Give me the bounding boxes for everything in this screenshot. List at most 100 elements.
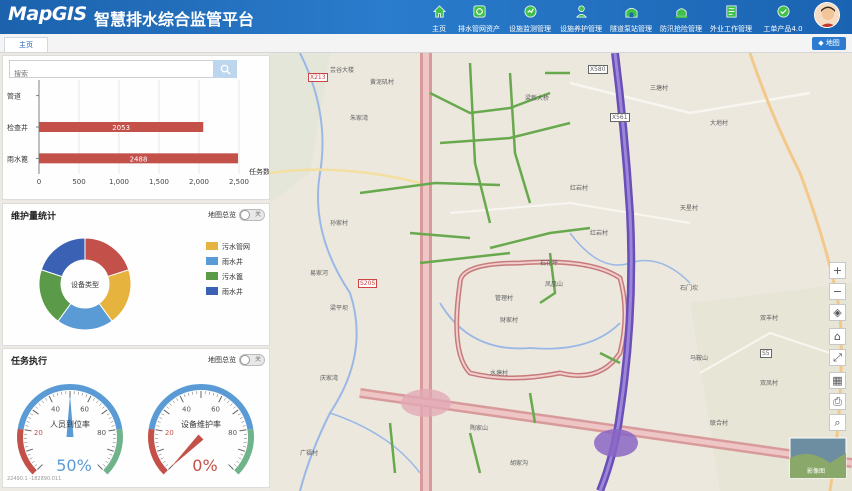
nav-monitor[interactable]: 设施监测管理: [506, 0, 554, 34]
map-search-button[interactable]: ⌕: [829, 414, 846, 431]
home-extent-button[interactable]: ⌂: [829, 328, 846, 345]
gauge-tick: [212, 392, 215, 396]
gauge-tick-label: 20: [34, 429, 43, 437]
gauge-tick: [227, 400, 230, 404]
gauge-tick: [111, 425, 115, 427]
fullscreen-button[interactable]: ⤢: [829, 349, 846, 366]
map-label: 双丰村: [760, 315, 779, 322]
legend-label: 雨水井: [222, 257, 243, 266]
x-tick-label: 2,000: [189, 178, 209, 186]
fieldwork-icon: [723, 3, 740, 20]
nav-workorder[interactable]: 工单产品4.0: [760, 0, 806, 34]
gauge-tick: [163, 409, 170, 415]
gauge-label: 设备维护率: [181, 419, 221, 429]
bar-data-label: 2488: [130, 155, 148, 163]
y-category-label: 检查井: [7, 123, 28, 132]
gauge-tick: [166, 406, 169, 409]
gauge-tick: [108, 417, 112, 419]
nav-workorder-label: 工单产品4.0: [763, 25, 803, 33]
task-bar-chart: 0 500 1,000 1,500 2,000 2,500 管道检查井 2053 雨水篦 2488…: [7, 80, 269, 186]
gauge-tick: [232, 409, 239, 415]
map-label: 胡家沟: [510, 460, 529, 467]
nav-maintenance[interactable]: 设施养护管理: [558, 0, 604, 34]
map-label: 黄泥矶村: [370, 79, 395, 86]
map-label: 广福村: [300, 450, 319, 457]
nav-tunnel[interactable]: 隧道泵站管理: [608, 0, 654, 34]
map-label: 马鞍山: [690, 355, 709, 362]
plus-icon: +: [832, 264, 843, 277]
legend-label: 污水篦: [222, 272, 243, 281]
gauge-tick-label: 40: [182, 405, 191, 413]
gauge-needle: [66, 395, 74, 437]
map-canvas[interactable]: 芸谷大楼 黄泥矶村 梁新大桥 朱家湾 三塘村 大地村 红岩村 天星村 孙家村 石…: [270, 53, 852, 491]
print-button[interactable]: ⎙: [829, 393, 846, 410]
gauge-tick: [105, 460, 109, 464]
gauge-tick: [169, 403, 172, 406]
zoom-in-button[interactable]: +: [829, 262, 846, 279]
map-view-label: 地图: [825, 39, 840, 47]
gauge-tick: [156, 425, 160, 427]
bar-data-label: 2053: [112, 124, 130, 132]
map-label: 红岩村: [570, 185, 589, 192]
gauge-tick: [155, 429, 163, 432]
gauge-tick: [157, 448, 165, 452]
map-pin-icon: ◆: [818, 39, 824, 47]
minus-icon: −: [832, 285, 843, 298]
gauge-value: 0%: [192, 456, 217, 475]
nav-flood[interactable]: 防汛抢险管理: [658, 0, 704, 34]
map-label: 红岩村: [590, 230, 609, 237]
map-coordinates: 22490.1 -182890.011: [7, 476, 62, 482]
zoom-out-button[interactable]: −: [829, 283, 846, 300]
flood-icon: [673, 3, 690, 20]
nav-home-label: 主页: [432, 25, 446, 33]
gauge-tick: [110, 421, 114, 423]
mapgis-logo: MapGIS: [8, 3, 87, 25]
tab-home[interactable]: 主页: [4, 37, 48, 52]
gauge-tick: [31, 460, 35, 464]
gauge-tick: [24, 429, 32, 432]
gauge-tick: [25, 425, 29, 427]
nav-pipe-asset[interactable]: 排水管网资产: [456, 0, 502, 34]
nav-home[interactable]: 主页: [428, 0, 450, 34]
nav-fieldwork[interactable]: 外业工作管理: [708, 0, 754, 34]
tab-bar: 主页 ◆ 地图: [0, 34, 852, 53]
map-label: 石门坎: [680, 285, 699, 292]
gauge-value: 50%: [56, 456, 92, 475]
gauge-tick: [187, 392, 190, 396]
map-label: 陶家山: [470, 425, 489, 432]
gauge-tick: [242, 446, 246, 448]
gauge-tick: [25, 446, 29, 448]
home-extent-icon: ⌂: [834, 330, 841, 343]
workorder-icon: [775, 3, 792, 20]
maintenance-panel: 维护量统计 地图总览 关 设备类型 污水管网 雨水井 污水篦 雨水井: [2, 203, 270, 346]
gauge-tick: [32, 409, 39, 415]
layers-button[interactable]: ◈: [829, 304, 846, 321]
user-avatar-icon[interactable]: [814, 2, 840, 28]
map-label: 芸谷大楼: [330, 67, 355, 74]
gauge-tick: [102, 464, 106, 467]
legend-label: 雨水井: [222, 287, 243, 296]
gauge-tick: [61, 391, 63, 395]
gauge-tick: [157, 421, 161, 423]
map-label: 三塘村: [650, 85, 669, 92]
gauge-tick: [109, 453, 113, 456]
map-label: 凤凰山: [545, 281, 564, 288]
buildings-button[interactable]: ▦: [829, 372, 846, 389]
gauge-tick: [218, 395, 223, 403]
map-label: 孙家村: [330, 220, 349, 227]
gauge-tick: [27, 453, 31, 456]
gauge-tick: [48, 395, 53, 403]
gauge-tick: [26, 421, 30, 423]
maintenance-icon: [573, 3, 590, 20]
gauge-tick: [233, 464, 237, 467]
gauge-tick: [81, 392, 84, 396]
map-view-button[interactable]: ◆ 地图: [812, 37, 846, 50]
legend-swatch: [206, 272, 218, 280]
device-type-donut-chart: 设备类型污水管网雨水井污水篦雨水井: [38, 237, 250, 331]
gauge-tick: [179, 395, 184, 403]
gauge-tick: [29, 457, 33, 460]
gauge-tick: [238, 457, 242, 460]
gauge-tick: [160, 457, 164, 460]
gauge-tick: [52, 394, 55, 398]
gauge-tick: [85, 394, 88, 398]
